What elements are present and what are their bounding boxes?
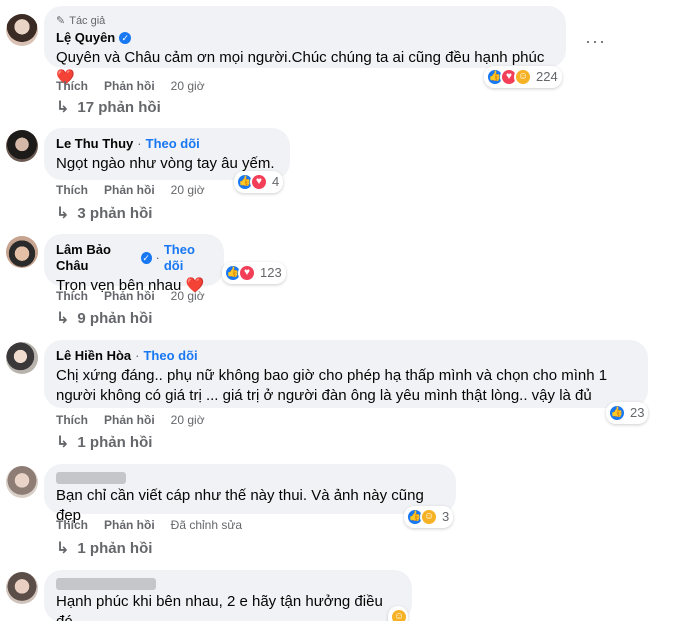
care-icon: ☺ <box>420 508 438 526</box>
replies-label: 9 phản hồi <box>77 310 153 327</box>
verified-icon: ✓ <box>119 32 132 44</box>
view-replies[interactable]: ↳ 9 phản hồi <box>56 309 152 329</box>
comment-text-line: Chị xứng đáng.. phụ nữ không bao giờ cho… <box>56 367 608 384</box>
reply-arrow-icon: ↳ <box>56 310 70 327</box>
avatar[interactable] <box>6 236 38 268</box>
reaction-summary[interactable]: 👍 ♥ 4 <box>234 171 284 193</box>
reply-button[interactable]: Phản hồi <box>104 288 155 304</box>
avatar[interactable] <box>6 572 38 604</box>
love-icon: ♥ <box>250 173 268 191</box>
reaction-summary[interactable]: 👍 ♥ 123 <box>222 262 286 284</box>
author-badge-label: Tác giả <box>69 15 106 27</box>
follow-button[interactable]: Theo dõi <box>146 136 200 152</box>
separator-dot: · <box>155 250 160 265</box>
replies-label: 17 phản hồi <box>77 99 161 116</box>
replies-label: 3 phản hồi <box>77 205 153 222</box>
comment-bubble: ✎ Tác giả Lệ Quyên ✓ Quyên và Châu cảm ơ… <box>44 6 566 86</box>
follow-button[interactable]: Theo dõi <box>143 348 197 364</box>
comment-bubble: Lê Hiền Hòa · Theo dõi Chị xứng đáng.. p… <box>44 340 648 408</box>
reply-arrow-icon: ↳ <box>56 99 70 116</box>
separator-dot: · <box>135 348 140 363</box>
reaction-count: 4 <box>272 174 280 189</box>
reaction-count: 123 <box>260 265 282 280</box>
replies-label: 1 phản hồi <box>77 540 153 557</box>
reply-button[interactable]: Phản hồi <box>104 412 155 428</box>
comment-bubble: Bạn chỉ cần viết cáp như thế này thui. V… <box>44 464 456 524</box>
avatar[interactable] <box>6 130 38 162</box>
like-button[interactable]: Thích <box>56 78 88 94</box>
avatar[interactable] <box>6 14 38 46</box>
like-button[interactable]: Thích <box>56 288 88 304</box>
separator-dot: · <box>137 136 142 151</box>
reaction-summary[interactable]: 👍 ♥ ☺ 224 <box>484 66 562 88</box>
avatar[interactable] <box>6 466 38 498</box>
reply-arrow-icon: ↳ <box>56 205 70 222</box>
reply-button[interactable]: Phản hồi <box>104 78 155 94</box>
reaction-count: 224 <box>536 69 558 84</box>
comment-text-line: người không có giá trị ... giá trị ở ngư… <box>56 387 592 404</box>
comment-bubble: Lâm Bảo Châu ✓ · Theo dõi Trọn vẹn bên n… <box>44 234 224 294</box>
comment-author[interactable]: Le Thu Thuy <box>56 136 133 152</box>
edited-label[interactable]: Đã chỉnh sửa <box>171 517 242 533</box>
like-button[interactable]: Thích <box>56 517 88 533</box>
avatar[interactable] <box>6 342 38 374</box>
comment-author[interactable]: Lệ Quyên <box>56 30 115 46</box>
view-replies[interactable]: ↳ 1 phản hồi <box>56 433 152 453</box>
like-button[interactable]: Thích <box>56 412 88 428</box>
like-icon: 👍 <box>608 404 626 422</box>
hidden-author-name[interactable] <box>56 578 156 590</box>
replies-label: 1 phản hồi <box>77 434 153 451</box>
reaction-summary[interactable]: 👍 ☺ 3 <box>404 506 454 528</box>
comment-author[interactable]: Lê Hiền Hòa <box>56 348 131 364</box>
reply-arrow-icon: ↳ <box>56 434 70 451</box>
reply-button[interactable]: Phản hồi <box>104 182 155 198</box>
love-icon: ♥ <box>238 264 256 282</box>
hidden-author-name[interactable] <box>56 472 126 484</box>
comment-text: Chị xứng đáng.. phụ nữ không bao giờ cho… <box>56 366 636 406</box>
follow-button[interactable]: Theo dõi <box>164 242 212 274</box>
verified-icon: ✓ <box>140 252 152 264</box>
comment-time[interactable]: 20 giờ <box>171 78 205 94</box>
comment-bubble: Hạnh phúc khi bên nhau, 2 e hãy tận hưởn… <box>44 570 412 621</box>
comment-time[interactable]: 20 giờ <box>171 182 205 198</box>
view-replies[interactable]: ↳ 17 phản hồi <box>56 98 161 118</box>
care-icon: ☺ <box>390 608 408 621</box>
author-badge-icon: ✎ <box>56 15 66 27</box>
like-button[interactable]: Thích <box>56 182 88 198</box>
comment-time[interactable]: 20 giờ <box>171 412 205 428</box>
reply-arrow-icon: ↳ <box>56 540 70 557</box>
care-icon: ☺ <box>514 68 532 86</box>
reaction-count: 23 <box>630 405 645 420</box>
view-replies[interactable]: ↳ 3 phản hồi <box>56 204 152 224</box>
reaction-summary[interactable]: 👍 23 <box>606 402 649 424</box>
comment-author[interactable]: Lâm Bảo Châu <box>56 242 137 274</box>
reply-button[interactable]: Phản hồi <box>104 517 155 533</box>
reaction-count: 3 <box>442 509 450 524</box>
comment-text: Hạnh phúc khi bên nhau, 2 e hãy tận hưởn… <box>56 593 383 621</box>
author-badge: ✎ Tác giả <box>56 14 554 28</box>
comment-time[interactable]: 20 giờ <box>171 288 205 304</box>
reaction-summary[interactable]: ☺ <box>388 606 408 621</box>
view-replies[interactable]: ↳ 1 phản hồi <box>56 539 152 559</box>
ellipsis-icon[interactable]: ··· <box>585 32 606 50</box>
